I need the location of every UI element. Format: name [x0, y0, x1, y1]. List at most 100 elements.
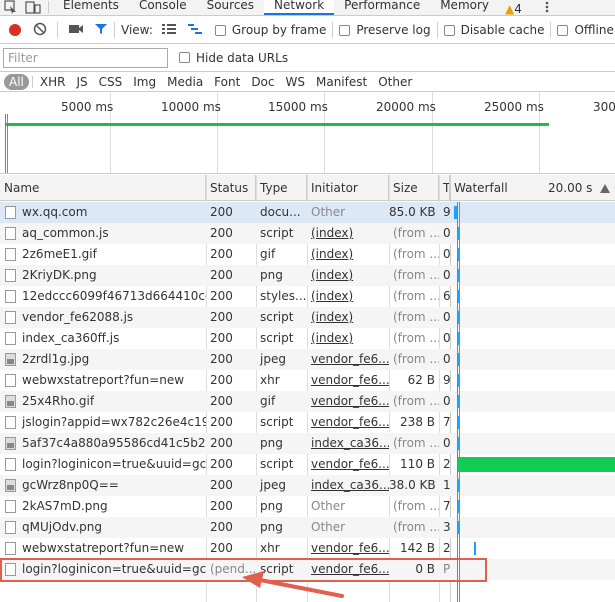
request-name[interactable]: 2zrdl1g.jpg	[0, 349, 206, 370]
request-name[interactable]: webwxstatreport?fun=new	[0, 538, 206, 559]
tab-elements[interactable]: Elements	[53, 0, 129, 15]
hide-data-urls-checkbox[interactable]: Hide data URLs	[179, 51, 288, 65]
request-initiator[interactable]: vendor_fe6...	[307, 412, 389, 433]
timeline-overview[interactable]: 5000 ms 10000 ms 15000 ms 20000 ms 25000…	[0, 92, 615, 174]
request-time: 0	[443, 247, 450, 261]
type-css[interactable]: CSS	[95, 75, 127, 89]
record-icon[interactable]	[9, 24, 21, 36]
filter-input[interactable]: Filter	[3, 47, 168, 68]
type-xhr[interactable]: XHR	[36, 75, 70, 89]
type-doc[interactable]: Doc	[247, 75, 278, 89]
offline-checkbox[interactable]: Offline	[557, 23, 614, 37]
request-initiator[interactable]: (index)	[307, 328, 389, 349]
request-name[interactable]: login?loginicon=true&uuid=gc...	[0, 454, 206, 475]
table-row[interactable]: 2KriyDK.png 200 png (index) (from ... 0	[0, 265, 615, 286]
table-row[interactable]: gcWrz8np0Q== 200 jpeg index_ca36... 38.0 KB 1	[0, 475, 615, 496]
request-name[interactable]: wx.qq.com	[0, 202, 206, 223]
type-img[interactable]: Img	[129, 75, 160, 89]
clear-icon[interactable]	[33, 22, 47, 39]
request-name[interactable]: 2KriyDK.png	[0, 265, 206, 286]
type-js[interactable]: JS	[72, 75, 91, 89]
type-manifest[interactable]: Manifest	[312, 75, 371, 89]
table-row[interactable]: qMUjOdv.png 200 png Other (from ... 3	[0, 517, 615, 538]
request-name[interactable]: jslogin?appid=wx782c26e4c19a...	[0, 412, 206, 433]
request-initiator[interactable]: vendor_fe6...	[307, 370, 389, 391]
warning-counter[interactable]: ▲4	[505, 3, 522, 15]
table-row[interactable]: 5af37c4a880a95586cd41c5b251... 200 png inde…	[0, 433, 615, 454]
request-initiator[interactable]: (index)	[307, 265, 389, 286]
waterfall-overview-icon[interactable]	[187, 23, 203, 38]
disable-cache-checkbox[interactable]: Disable cache	[443, 23, 544, 37]
table-row[interactable]: 25x4Rho.gif 200 gif vendor_fe6... (from ... 0	[0, 391, 615, 412]
inspect-element-icon[interactable]	[0, 0, 22, 15]
large-rows-icon[interactable]	[161, 23, 177, 38]
tab-sources[interactable]: Sources	[197, 0, 264, 15]
tab-console[interactable]: Console	[129, 0, 197, 15]
request-initiator[interactable]: vendor_fe6...	[307, 538, 389, 559]
request-size: (from ...	[393, 331, 439, 345]
tab-memory[interactable]: Memory	[430, 0, 499, 15]
column-header-time[interactable]: T	[439, 175, 450, 201]
request-initiator[interactable]: index_ca36...	[307, 433, 389, 454]
table-row[interactable]: 2zrdl1g.jpg 200 jpeg vendor_fe6... (from ...…	[0, 349, 615, 370]
request-initiator[interactable]: (index)	[307, 307, 389, 328]
type-font[interactable]: Font	[210, 75, 244, 89]
screenshot-camera-icon[interactable]	[68, 23, 84, 38]
checkbox-box[interactable]	[557, 24, 569, 36]
request-initiator[interactable]: vendor_fe6...	[307, 454, 389, 475]
type-ws[interactable]: WS	[282, 75, 309, 89]
request-name[interactable]: aq_common.js	[0, 223, 206, 244]
table-row[interactable]: vendor_fe62088.js 200 script (index) (from .…	[0, 307, 615, 328]
group-by-frame-checkbox[interactable]: Group by frame	[214, 23, 326, 37]
tab-network[interactable]: Network	[264, 0, 335, 15]
type-other[interactable]: Other	[374, 75, 416, 89]
type-media[interactable]: Media	[163, 75, 207, 89]
column-header-name[interactable]: Name	[0, 175, 206, 201]
column-header-waterfall[interactable]: Waterfall	[450, 175, 540, 201]
table-row[interactable]: login?loginicon=true&uuid=gc... 200 script…	[0, 454, 615, 475]
request-initiator[interactable]: Other	[307, 496, 389, 517]
table-row[interactable]: aq_common.js 200 script (index) (from ... 0	[0, 223, 615, 244]
column-header-size[interactable]: Size	[389, 175, 439, 201]
request-name[interactable]: vendor_fe62088.js	[0, 307, 206, 328]
request-initiator[interactable]: (index)	[307, 244, 389, 265]
request-name[interactable]: qMUjOdv.png	[0, 517, 206, 538]
more-options-icon[interactable]	[536, 0, 558, 15]
table-row[interactable]: 12edccc6099f46713d664410cd7... 200 styles.…	[0, 286, 615, 307]
table-row[interactable]: wx.qq.com 200 docu... Other 85.0 KB 9	[0, 202, 615, 223]
filter-funnel-icon[interactable]	[94, 22, 108, 39]
table-row[interactable]: index_ca360ff.js 200 script (index) (from ..…	[0, 328, 615, 349]
preserve-log-checkbox[interactable]: Preserve log	[339, 23, 431, 37]
request-name[interactable]: gcWrz8np0Q==	[0, 475, 206, 496]
device-toolbar-icon[interactable]	[22, 0, 44, 15]
tab-performance[interactable]: Performance	[334, 0, 430, 15]
request-name[interactable]: 2kAS7mD.png	[0, 496, 206, 517]
checkbox-box[interactable]	[339, 24, 351, 36]
request-name[interactable]: 2z6meE1.gif	[0, 244, 206, 265]
request-initiator[interactable]: (index)	[307, 286, 389, 307]
sort-ascending-icon[interactable]	[600, 182, 610, 196]
column-header-initiator[interactable]: Initiator	[307, 175, 389, 201]
request-initiator[interactable]: vendor_fe6...	[307, 391, 389, 412]
column-header-status[interactable]: Status	[206, 175, 256, 201]
request-initiator[interactable]: vendor_fe6...	[307, 349, 389, 370]
request-name[interactable]: 5af37c4a880a95586cd41c5b251...	[0, 433, 206, 454]
table-row[interactable]: 2kAS7mD.png 200 png Other (from ... 7	[0, 496, 615, 517]
type-all[interactable]: All	[4, 73, 29, 90]
request-initiator[interactable]: (index)	[307, 223, 389, 244]
table-row[interactable]: webwxstatreport?fun=new 200 xhr vendor_fe6.…	[0, 370, 615, 391]
request-name[interactable]: 25x4Rho.gif	[0, 391, 206, 412]
request-name[interactable]: 12edccc6099f46713d664410cd7...	[0, 286, 206, 307]
request-name[interactable]: index_ca360ff.js	[0, 328, 206, 349]
column-header-type[interactable]: Type	[256, 175, 307, 201]
request-initiator[interactable]: Other	[307, 202, 389, 223]
request-initiator[interactable]: index_ca36...	[307, 475, 389, 496]
request-initiator[interactable]: Other	[307, 517, 389, 538]
table-row[interactable]: 2z6meE1.gif 200 gif (index) (from ... 0	[0, 244, 615, 265]
checkbox-box[interactable]	[179, 52, 190, 63]
table-row[interactable]: jslogin?appid=wx782c26e4c19a... 200 script…	[0, 412, 615, 433]
request-name[interactable]: webwxstatreport?fun=new	[0, 370, 206, 391]
table-row[interactable]: webwxstatreport?fun=new 200 xhr vendor_fe6.…	[0, 538, 615, 559]
checkbox-box[interactable]	[214, 24, 226, 36]
checkbox-box[interactable]	[443, 24, 455, 36]
